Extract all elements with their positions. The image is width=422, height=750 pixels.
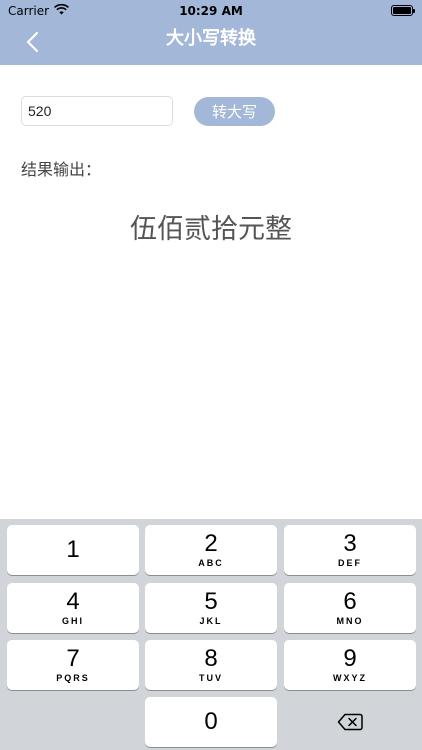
result-label: 结果输出： [21, 160, 102, 179]
status-time: 10:29 AM [179, 4, 243, 18]
delete-backward-icon [337, 713, 363, 731]
key-4[interactable]: 4 GHI [7, 583, 139, 633]
key-3[interactable]: 3 DEF [284, 525, 416, 575]
battery-icon [391, 5, 415, 16]
key-5[interactable]: 5 JKL [145, 583, 277, 633]
key-9[interactable]: 9 WXYZ [284, 640, 416, 690]
numeric-keypad: 1 2 ABC 3 DEF 4 GHI 5 JKL 6 MNO 7 PQRS 8… [0, 519, 422, 750]
key-1[interactable]: 1 [7, 525, 139, 575]
result-value: 伍佰贰拾元整 [130, 214, 292, 245]
key-8[interactable]: 8 TUV [145, 640, 277, 690]
key-2[interactable]: 2 ABC [145, 525, 277, 575]
key-digit: 6 [343, 588, 357, 615]
key-letters: TUV [199, 673, 223, 683]
delete-key[interactable] [284, 697, 416, 747]
key-letters: PQRS [56, 673, 90, 683]
key-digit: 4 [66, 588, 80, 615]
key-letters: JKL [199, 616, 223, 626]
key-digit: 1 [66, 536, 80, 563]
key-letters: MNO [336, 616, 364, 626]
header: Carrier 10:29 AM 大小写转换 [0, 0, 422, 65]
key-digit: 5 [204, 588, 218, 615]
status-bar: Carrier 10:29 AM [0, 0, 422, 22]
key-digit: 8 [204, 645, 218, 672]
key-7[interactable]: 7 PQRS [7, 640, 139, 690]
key-digit: 0 [204, 708, 218, 735]
key-6[interactable]: 6 MNO [284, 583, 416, 633]
key-digit: 9 [343, 645, 357, 672]
page-title: 大小写转换 [166, 28, 256, 49]
key-digit: 2 [204, 530, 218, 557]
nav-bar: 大小写转换 [0, 22, 422, 65]
key-letters: GHI [61, 616, 84, 626]
key-letters: ABC [198, 558, 224, 568]
key-letters: WXYZ [333, 673, 367, 683]
key-0[interactable]: 0 [145, 697, 277, 747]
key-digit: 7 [66, 645, 80, 672]
amount-input[interactable] [21, 96, 173, 126]
key-letters: DEF [338, 558, 362, 568]
key-digit: 3 [343, 530, 357, 557]
convert-uppercase-button[interactable]: 转大写 [194, 97, 275, 126]
